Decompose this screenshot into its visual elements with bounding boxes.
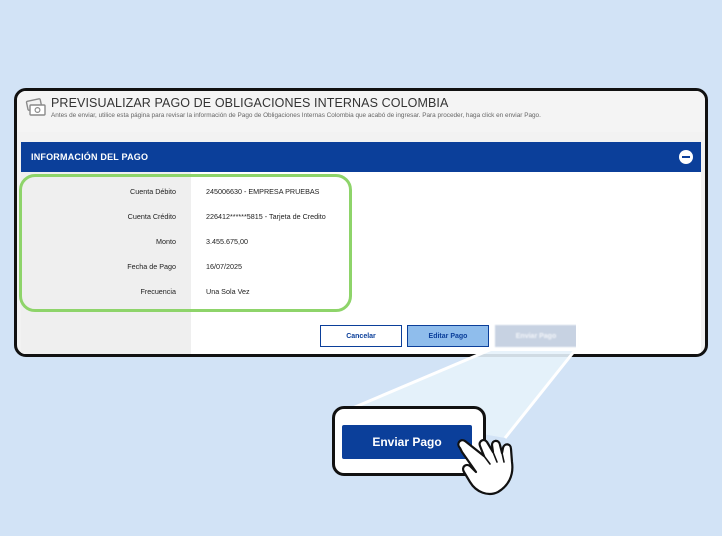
page-subtitle: Antes de enviar, utilice esta página par… [51,112,541,119]
details-highlight-outline [19,174,352,312]
pointer-hand-icon [457,439,514,496]
minus-circle-icon[interactable] [679,150,693,164]
page-title: PREVISUALIZAR PAGO DE OBLIGACIONES INTER… [51,96,449,110]
cancel-button[interactable]: Cancelar [320,325,402,347]
edit-payment-button[interactable]: Editar Pago [407,325,489,347]
page-header: PREVISUALIZAR PAGO DE OBLIGACIONES INTER… [17,91,705,132]
app-window: PREVISUALIZAR PAGO DE OBLIGACIONES INTER… [14,88,708,357]
section-title: INFORMACIÓN DEL PAGO [31,152,149,162]
tutorial-stage: PREVISUALIZAR PAGO DE OBLIGACIONES INTER… [0,0,722,536]
send-payment-button[interactable]: Enviar Pago [495,325,577,347]
money-transfer-icon [25,98,46,116]
payment-info-section-header[interactable]: INFORMACIÓN DEL PAGO [21,142,701,172]
